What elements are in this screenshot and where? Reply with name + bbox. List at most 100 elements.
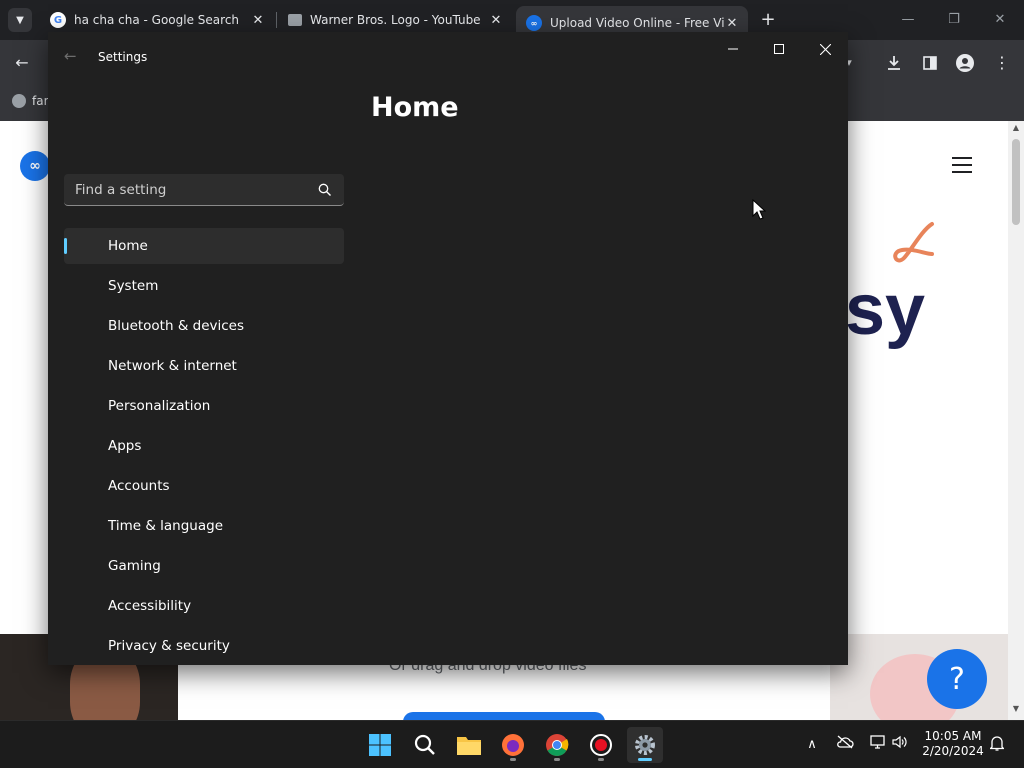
settings-navigation: Home System Bluetooth & devices Network …: [64, 228, 344, 665]
maximize-icon: [774, 44, 784, 54]
link-icon: ∞: [526, 15, 542, 31]
onedrive-button[interactable]: [835, 735, 855, 755]
nav-item-time-language[interactable]: Time & language: [64, 508, 344, 544]
nav-item-network-internet[interactable]: Network & internet: [64, 348, 344, 384]
side-panel-icon: [923, 56, 937, 70]
nav-item-gaming[interactable]: Gaming: [64, 548, 344, 584]
help-button[interactable]: ?: [927, 649, 987, 709]
nav-item-label: Accessibility: [108, 598, 192, 614]
record-icon: [590, 734, 612, 756]
search-input[interactable]: [64, 174, 304, 205]
image-icon: [288, 14, 302, 26]
system-clock[interactable]: 10:05 AM 2/20/2024: [918, 729, 988, 759]
nav-item-home[interactable]: Home: [64, 228, 344, 264]
hero-text-fragment: sy: [845, 270, 926, 350]
tab-google-search[interactable]: G ha cha cha - Google Search ✕: [40, 6, 274, 34]
browser-close-button[interactable]: ✕: [980, 8, 1020, 32]
arrow-left-icon: ←: [15, 53, 29, 72]
close-icon[interactable]: ✕: [488, 13, 504, 28]
nav-item-label: Bluetooth & devices: [108, 318, 245, 334]
firefox-icon: [502, 734, 524, 756]
menu-button[interactable]: ⋮: [991, 52, 1013, 74]
taskbar-recorder[interactable]: [583, 727, 619, 763]
tab-search-button[interactable]: ▼: [8, 8, 32, 32]
tab-title: Upload Video Online - Free Vid: [550, 16, 724, 30]
browser-restore-button[interactable]: ❐: [934, 8, 974, 32]
minimize-button[interactable]: [710, 34, 756, 64]
tab-title: Warner Bros. Logo - YouTube: [310, 13, 481, 27]
site-menu-button[interactable]: [952, 157, 972, 173]
globe-icon: [12, 94, 26, 108]
volume-button[interactable]: [890, 735, 910, 755]
maximize-button[interactable]: [756, 34, 802, 64]
downloads-button[interactable]: [883, 52, 905, 74]
active-indicator: [638, 758, 652, 761]
new-tab-button[interactable]: +: [758, 10, 778, 30]
page-title: Home: [371, 92, 459, 123]
cloud-offline-icon: [837, 735, 854, 749]
settings-search-box[interactable]: [64, 174, 344, 206]
back-button[interactable]: ←: [11, 52, 33, 74]
bell-icon: [988, 736, 1006, 751]
nav-item-label: System: [108, 278, 159, 294]
page-scrollbar[interactable]: ▲ ▼: [1008, 121, 1024, 720]
close-icon: ✕: [994, 12, 1006, 27]
back-button[interactable]: ←: [64, 48, 80, 64]
mouse-cursor-icon: [752, 199, 766, 220]
minimize-icon: [728, 48, 738, 50]
nav-item-label: Network & internet: [108, 358, 237, 374]
search-icon: [414, 734, 435, 755]
taskbar-search-button[interactable]: [407, 727, 443, 763]
nav-item-personalization[interactable]: Personalization: [64, 388, 344, 424]
nav-item-label: Apps: [108, 438, 142, 454]
nav-item-accessibility[interactable]: Accessibility: [64, 588, 344, 624]
close-icon[interactable]: ✕: [724, 16, 740, 31]
nav-item-bluetooth-devices[interactable]: Bluetooth & devices: [64, 308, 344, 344]
minimize-icon: —: [901, 12, 915, 27]
nav-item-label: Home: [108, 238, 148, 254]
avatar-icon: [956, 54, 974, 72]
chevron-down-icon: ▼: [16, 14, 24, 26]
start-button[interactable]: [362, 727, 398, 763]
scrollbar-thumb[interactable]: [1012, 139, 1020, 225]
nav-item-accounts[interactable]: Accounts: [64, 468, 344, 504]
taskbar-file-explorer[interactable]: [451, 727, 487, 763]
arrow-left-icon: ←: [64, 47, 77, 65]
gear-icon: [635, 735, 655, 755]
search-icon[interactable]: [318, 183, 332, 197]
nav-item-apps[interactable]: Apps: [64, 428, 344, 464]
download-icon: [888, 56, 900, 70]
nav-item-system[interactable]: System: [64, 268, 344, 304]
folder-icon: [457, 737, 481, 755]
chrome-icon: [546, 734, 569, 756]
scroll-down-icon[interactable]: ▼: [1008, 704, 1024, 718]
site-logo[interactable]: ∞: [20, 151, 50, 181]
tab-youtube[interactable]: Warner Bros. Logo - YouTube ✕: [278, 6, 512, 34]
taskbar-settings[interactable]: [627, 727, 663, 763]
browser-minimize-button[interactable]: —: [888, 8, 928, 32]
scroll-up-icon[interactable]: ▲: [1008, 123, 1024, 137]
nav-item-label: Time & language: [108, 518, 224, 534]
show-hidden-icons-button[interactable]: ∧: [802, 735, 822, 755]
running-indicator: [510, 758, 516, 761]
settings-title-bar: ← Settings: [48, 32, 848, 80]
nav-item-label: Privacy & security: [108, 638, 230, 654]
profile-button[interactable]: [954, 52, 976, 74]
help-icon: ?: [949, 661, 965, 697]
nav-item-privacy-security[interactable]: Privacy & security: [64, 628, 344, 664]
speaker-icon: [892, 735, 907, 749]
running-indicator: [598, 758, 604, 761]
notifications-button[interactable]: [987, 735, 1007, 755]
taskbar-chrome[interactable]: [539, 727, 575, 763]
google-icon: G: [50, 12, 66, 28]
settings-window: ← Settings Home Home System Bluetooth & …: [48, 32, 848, 665]
taskbar-firefox[interactable]: [495, 727, 531, 763]
more-vertical-icon: ⋮: [994, 53, 1010, 72]
network-button[interactable]: [867, 735, 887, 755]
side-panel-button[interactable]: [919, 52, 941, 74]
window-title: Settings: [98, 50, 148, 64]
upload-button[interactable]: [403, 712, 605, 720]
close-button[interactable]: [802, 34, 848, 64]
close-icon[interactable]: ✕: [250, 13, 266, 28]
bookmark-item[interactable]: far: [12, 94, 49, 108]
